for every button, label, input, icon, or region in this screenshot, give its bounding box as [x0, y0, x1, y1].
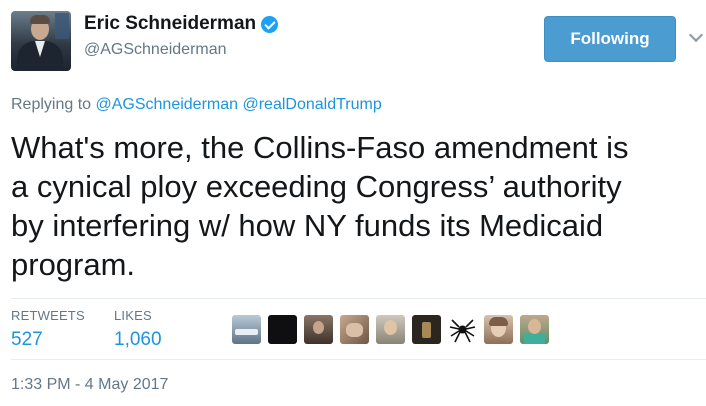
liker-avatar-7[interactable]: [448, 315, 477, 344]
stats-top-divider: [11, 298, 706, 299]
liker-avatars: [232, 315, 556, 344]
likes-stat[interactable]: LIKES 1,060: [114, 308, 162, 351]
liker-avatar-3[interactable]: [304, 315, 333, 344]
replying-to: Replying to @AGSchneiderman @realDonaldT…: [11, 96, 382, 114]
liker-avatar-6[interactable]: [412, 315, 441, 344]
liker-avatar-8[interactable]: [484, 315, 513, 344]
reply-mention-realdonaldtrump[interactable]: @realDonaldTrump: [242, 96, 381, 113]
author-name[interactable]: Eric Schneiderman: [84, 13, 256, 35]
likes-count[interactable]: 1,060: [114, 329, 162, 351]
replying-to-label: Replying to: [11, 96, 92, 113]
reply-mention-agschneiderman[interactable]: @AGSchneiderman: [96, 96, 239, 113]
tweet-text-line: What's more, the Collins-Faso amendment …: [11, 130, 629, 165]
following-button[interactable]: Following: [544, 16, 676, 62]
tweet-header: Eric Schneiderman @AGSchneiderman Follow…: [11, 11, 706, 71]
chevron-down-icon[interactable]: [688, 27, 704, 43]
tweet-text-line: by interfering w/ how NY funds its Medic…: [11, 208, 604, 243]
likes-label: LIKES: [114, 308, 152, 323]
tweet-timestamp[interactable]: 1:33 PM - 4 May 2017: [11, 376, 168, 394]
author-avatar[interactable]: [11, 11, 71, 71]
liker-avatar-9[interactable]: [520, 315, 549, 344]
tweet-text-line: program.: [11, 247, 136, 282]
spider-icon: [449, 319, 476, 343]
liker-avatar-4[interactable]: [340, 315, 369, 344]
liker-avatar-5[interactable]: [376, 315, 405, 344]
tweet-text: What's more, the Collins-Faso amendment …: [11, 128, 701, 284]
verified-badge-icon: [261, 15, 279, 33]
tweet-text-line: a cynical ploy exceeding Congress’ autho…: [11, 169, 622, 204]
liker-avatar-2[interactable]: [268, 315, 297, 344]
liker-avatar-1[interactable]: [232, 315, 261, 344]
retweets-count[interactable]: 527: [11, 329, 85, 351]
author-name-row[interactable]: Eric Schneiderman: [84, 13, 279, 35]
retweets-label: RETWEETS: [11, 308, 85, 323]
avatar-flag-detail: [55, 13, 69, 39]
avatar-hair-detail: [30, 15, 50, 24]
retweets-stat[interactable]: RETWEETS 527: [11, 308, 85, 351]
author-handle[interactable]: @AGSchneiderman: [84, 41, 227, 59]
stats-bottom-divider: [11, 359, 706, 360]
